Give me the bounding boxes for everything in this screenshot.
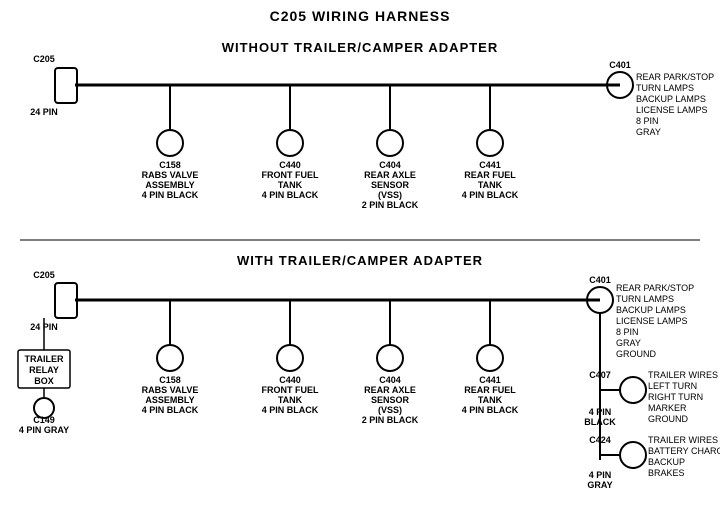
c424-desc2: BATTERY CHARGE	[648, 446, 720, 456]
c407-pin: 4 PIN	[589, 407, 612, 417]
c407-id: C407	[589, 370, 611, 380]
top-c441-id: C441	[479, 160, 501, 170]
bot-c401-pin: 8 PIN	[616, 327, 639, 337]
bot-c401-ground: GROUND	[616, 349, 656, 359]
c407-desc5: GROUND	[648, 414, 688, 424]
top-left-24pin: 24 PIN	[30, 107, 58, 117]
top-right-c401-id: C401	[609, 60, 631, 70]
bot-c404-desc1: REAR AXLE	[364, 385, 416, 395]
bot-c441-desc3: 4 PIN BLACK	[462, 405, 519, 415]
c424-color: GRAY	[587, 480, 612, 490]
trailer-relay-box-line3: BOX	[34, 376, 54, 386]
c407-desc1: TRAILER WIRES	[648, 370, 718, 380]
bot-c158-id: C158	[159, 375, 181, 385]
c424-desc1: TRAILER WIRES	[648, 435, 718, 445]
top-c440-id: C440	[279, 160, 301, 170]
top-c441-desc2: TANK	[478, 180, 503, 190]
c149-pin: 4 PIN GRAY	[19, 425, 69, 435]
top-c158-desc3: 4 PIN BLACK	[142, 190, 199, 200]
top-right-color: GRAY	[636, 127, 661, 137]
top-right-desc1: REAR PARK/STOP	[636, 72, 714, 82]
bottom-section-title: WITH TRAILER/CAMPER ADAPTER	[237, 253, 483, 268]
c407-color: BLACK	[584, 417, 616, 427]
top-c158-desc2: ASSEMBLY	[145, 180, 194, 190]
bot-c158-desc2: ASSEMBLY	[145, 395, 194, 405]
bot-c404-id: C404	[379, 375, 401, 385]
bot-right-c401-id: C401	[589, 275, 611, 285]
c407-desc2: LEFT TURN	[648, 381, 697, 391]
top-c404-desc4: 2 PIN BLACK	[362, 200, 419, 210]
bot-c404-desc3: (VSS)	[378, 405, 402, 415]
trailer-relay-box-line1: TRAILER	[25, 354, 64, 364]
c407-desc3: RIGHT TURN	[648, 392, 703, 402]
diagram-container: C205 WIRING HARNESS WITHOUT TRAILER/CAMP…	[0, 0, 720, 517]
top-left-c205-id: C205	[33, 54, 55, 64]
bot-c440-desc2: TANK	[278, 395, 303, 405]
top-right-desc2: TURN LAMPS	[636, 83, 694, 93]
c424-pin: 4 PIN	[589, 470, 612, 480]
bot-c441-id: C441	[479, 375, 501, 385]
bot-c158-desc3: 4 PIN BLACK	[142, 405, 199, 415]
top-c158-id: C158	[159, 160, 181, 170]
trailer-relay-box-line2: RELAY	[29, 365, 59, 375]
top-right-desc3: BACKUP LAMPS	[636, 94, 706, 104]
c424-desc4: BRAKES	[648, 468, 685, 478]
top-c440-desc1: FRONT FUEL	[262, 170, 319, 180]
top-right-desc4: LICENSE LAMPS	[636, 105, 708, 115]
top-c440-desc3: 4 PIN BLACK	[262, 190, 319, 200]
bot-left-c205-id: C205	[33, 270, 55, 280]
top-c404-desc2: SENSOR	[371, 180, 410, 190]
bot-c440-desc1: FRONT FUEL	[262, 385, 319, 395]
bot-c440-desc3: 4 PIN BLACK	[262, 405, 319, 415]
bot-c401-desc4: LICENSE LAMPS	[616, 316, 688, 326]
bot-c441-desc1: REAR FUEL	[464, 385, 516, 395]
top-c404-id: C404	[379, 160, 401, 170]
c149-id: C149	[33, 415, 55, 425]
bot-c401-desc3: BACKUP LAMPS	[616, 305, 686, 315]
top-c404-desc1: REAR AXLE	[364, 170, 416, 180]
bot-c441-desc2: TANK	[478, 395, 503, 405]
top-c440-desc2: TANK	[278, 180, 303, 190]
bot-c404-desc4: 2 PIN BLACK	[362, 415, 419, 425]
bot-c401-desc1: REAR PARK/STOP	[616, 283, 694, 293]
bot-c440-id: C440	[279, 375, 301, 385]
top-c404-desc3: (VSS)	[378, 190, 402, 200]
c407-desc4: MARKER	[648, 403, 687, 413]
bot-c404-desc2: SENSOR	[371, 395, 410, 405]
c424-id: C424	[589, 435, 611, 445]
top-section-title: WITHOUT TRAILER/CAMPER ADAPTER	[222, 40, 499, 55]
bot-c401-desc2: TURN LAMPS	[616, 294, 674, 304]
c424-desc3: BACKUP	[648, 457, 685, 467]
top-c441-desc3: 4 PIN BLACK	[462, 190, 519, 200]
bot-c158-desc1: RABS VALVE	[142, 385, 199, 395]
top-c441-desc1: REAR FUEL	[464, 170, 516, 180]
top-c158-desc1: RABS VALVE	[142, 170, 199, 180]
bot-c401-color: GRAY	[616, 338, 641, 348]
top-right-pinlabel: 8 PIN	[636, 116, 659, 126]
